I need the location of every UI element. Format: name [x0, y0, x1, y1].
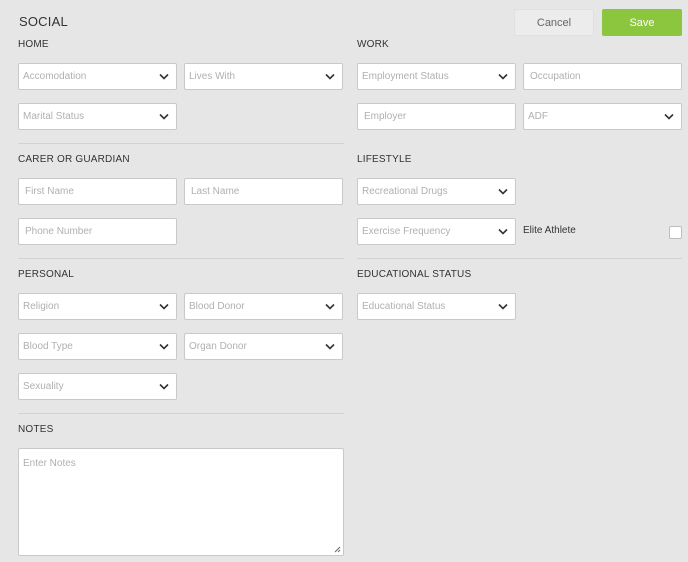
section-education-heading: EDUCATIONAL STATUS: [357, 269, 472, 280]
chevron-down-icon: [495, 299, 511, 315]
divider: [18, 413, 344, 414]
blood-type-placeholder: Blood Type: [23, 341, 73, 352]
exercise-frequency-placeholder: Exercise Frequency: [362, 226, 451, 237]
chevron-down-icon: [495, 224, 511, 240]
religion-placeholder: Religion: [23, 301, 60, 312]
section-notes-heading: NOTES: [18, 424, 54, 435]
notes-textarea[interactable]: Enter Notes: [18, 448, 344, 556]
employer-placeholder: Employer: [364, 111, 407, 122]
marital-status-placeholder: Marital Status: [23, 111, 85, 122]
occupation-input[interactable]: Occupation: [523, 63, 682, 90]
notes-placeholder: Enter Notes: [23, 458, 76, 469]
employer-input[interactable]: Employer: [357, 103, 516, 130]
resize-handle-icon[interactable]: [333, 545, 341, 553]
cancel-button[interactable]: Cancel: [514, 9, 594, 36]
blood-type-select[interactable]: Blood Type: [18, 333, 177, 360]
chevron-down-icon: [322, 299, 338, 315]
chevron-down-icon: [156, 299, 172, 315]
blood-donor-select[interactable]: Blood Donor: [184, 293, 343, 320]
phone-number-placeholder: Phone Number: [25, 226, 93, 237]
lives-with-placeholder: Lives With: [189, 71, 236, 82]
section-carer-heading: CARER OR GUARDIAN: [18, 154, 130, 165]
divider: [357, 258, 682, 259]
accommodation-placeholder: Accomodation: [23, 71, 87, 82]
last-name-input[interactable]: Last Name: [184, 178, 343, 205]
sexuality-placeholder: Sexuality: [23, 381, 64, 392]
educational-status-select[interactable]: Educational Status: [357, 293, 516, 320]
organ-donor-select[interactable]: Organ Donor: [184, 333, 343, 360]
section-work-heading: WORK: [357, 39, 389, 50]
last-name-placeholder: Last Name: [191, 186, 240, 197]
save-button[interactable]: Save: [602, 9, 682, 36]
chevron-down-icon: [156, 339, 172, 355]
organ-donor-placeholder: Organ Donor: [189, 341, 247, 352]
divider: [18, 143, 344, 144]
divider: [18, 258, 344, 259]
chevron-down-icon: [322, 69, 338, 85]
marital-status-select[interactable]: Marital Status: [18, 103, 177, 130]
phone-number-input[interactable]: Phone Number: [18, 218, 177, 245]
chevron-down-icon: [322, 339, 338, 355]
employment-status-placeholder: Employment Status: [362, 71, 449, 82]
employment-status-select[interactable]: Employment Status: [357, 63, 516, 90]
adf-placeholder: ADF: [528, 111, 548, 122]
chevron-down-icon: [156, 69, 172, 85]
sexuality-select[interactable]: Sexuality: [18, 373, 177, 400]
chevron-down-icon: [495, 69, 511, 85]
page-title: SOCIAL: [19, 14, 68, 29]
lives-with-select[interactable]: Lives With: [184, 63, 343, 90]
chevron-down-icon: [156, 109, 172, 125]
section-lifestyle-heading: LIFESTYLE: [357, 154, 412, 165]
elite-athlete-label: Elite Athlete: [523, 225, 576, 236]
section-personal-heading: PERSONAL: [18, 269, 75, 280]
chevron-down-icon: [156, 379, 172, 395]
accommodation-select[interactable]: Accomodation: [18, 63, 177, 90]
first-name-placeholder: First Name: [25, 186, 74, 197]
elite-athlete-checkbox[interactable]: [669, 226, 682, 239]
occupation-placeholder: Occupation: [530, 71, 581, 82]
recreational-drugs-select[interactable]: Recreational Drugs: [357, 178, 516, 205]
exercise-frequency-select[interactable]: Exercise Frequency: [357, 218, 516, 245]
chevron-down-icon: [495, 184, 511, 200]
adf-select[interactable]: ADF: [523, 103, 682, 130]
section-home-heading: HOME: [18, 39, 49, 50]
recreational-drugs-placeholder: Recreational Drugs: [362, 186, 448, 197]
religion-select[interactable]: Religion: [18, 293, 177, 320]
blood-donor-placeholder: Blood Donor: [189, 301, 245, 312]
first-name-input[interactable]: First Name: [18, 178, 177, 205]
educational-status-placeholder: Educational Status: [362, 301, 446, 312]
chevron-down-icon: [661, 109, 677, 125]
